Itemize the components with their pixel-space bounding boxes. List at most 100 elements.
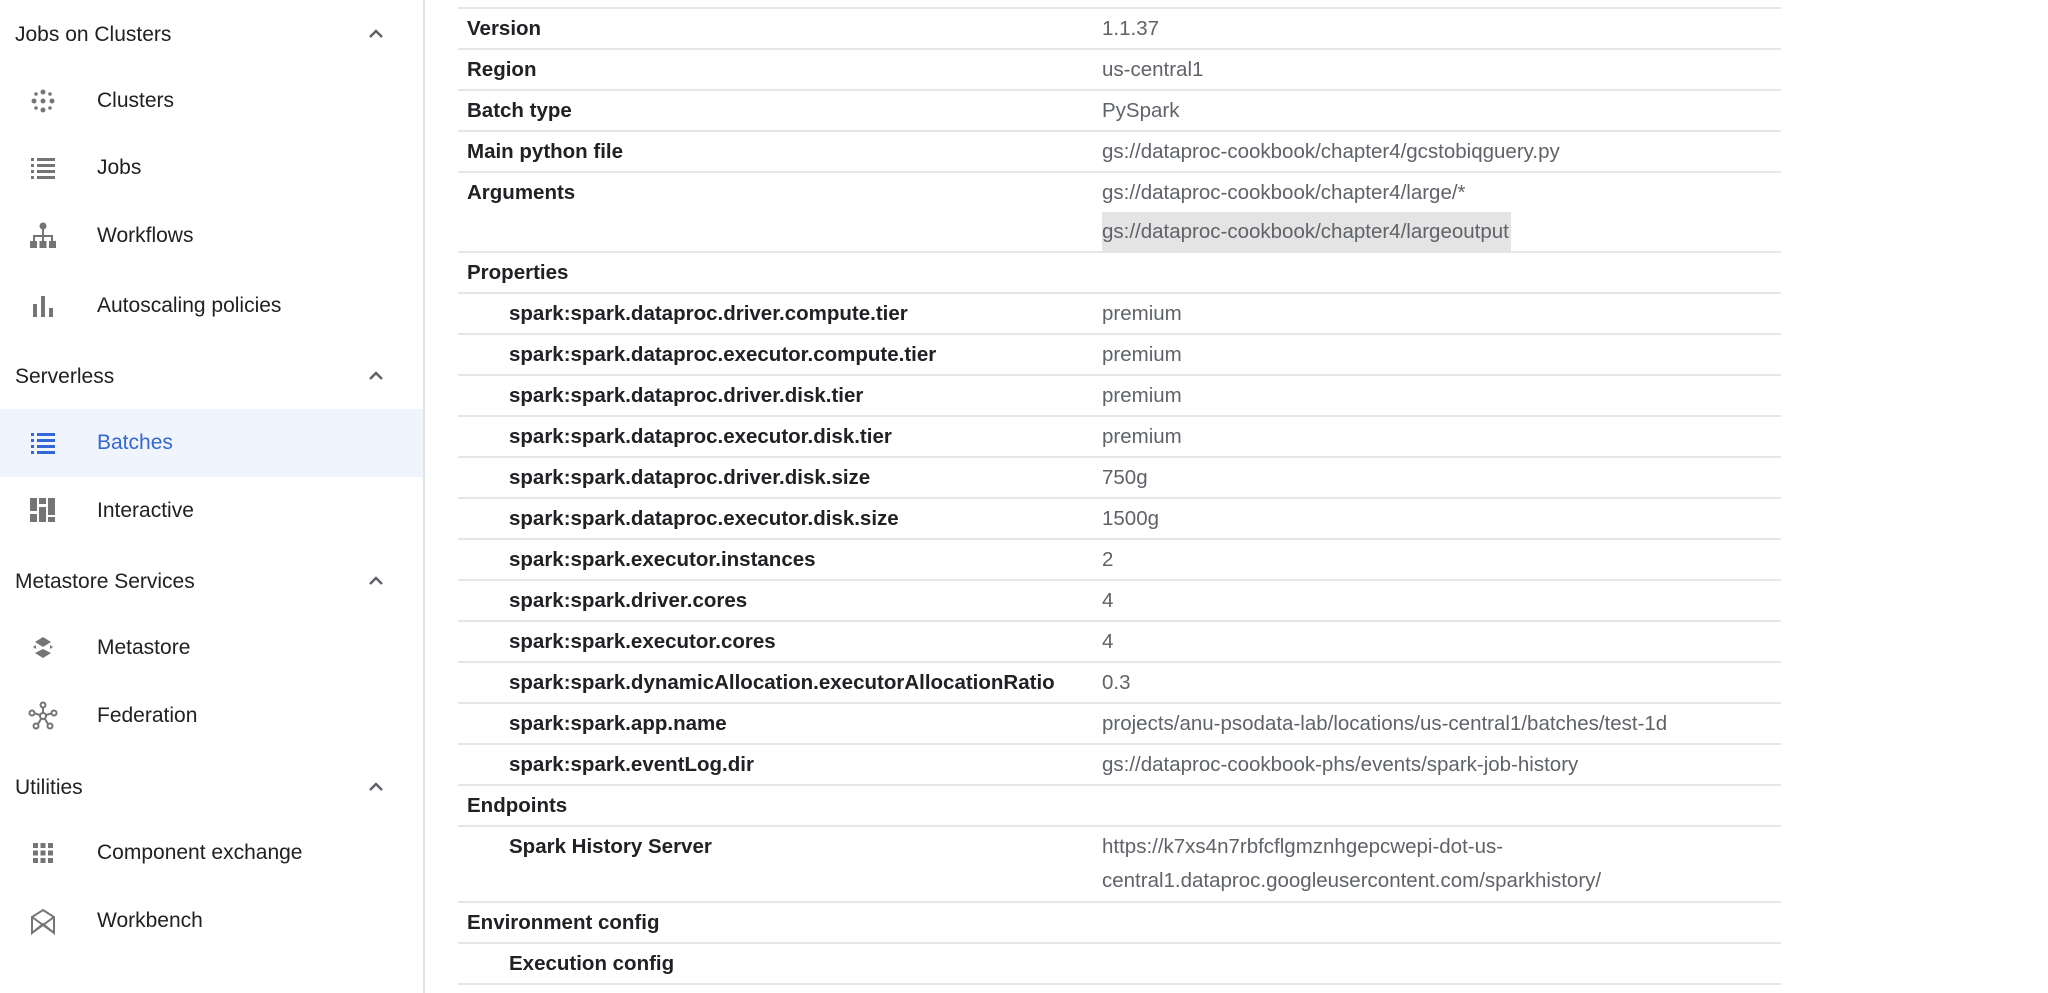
sidebar-item-label: Metastore (97, 636, 191, 659)
property-key: spark:spark.dataproc.executor.compute.ti… (509, 343, 937, 366)
property-value-cell: 2 (1102, 540, 1113, 579)
sidebar-item-federation[interactable]: Federation (0, 682, 423, 750)
property-key: spark:spark.eventLog.dir (509, 753, 754, 776)
property-value-cell: premium (1102, 335, 1182, 374)
property-value: gs://dataproc-cookbook/chapter4/large/* (1102, 181, 1466, 204)
detail-row: spark:spark.app.name projects/anu-psodata… (458, 702, 1781, 743)
property-value-cell: https://k7xs4n7rbfcflgmznhgepcwepi-dot-u… (1102, 827, 1601, 901)
sidebar-item-component-exchange[interactable]: Component exchange (0, 819, 423, 887)
sidebar-item-workbench[interactable]: Workbench (0, 887, 423, 955)
sidebar: Jobs on Clusters Clusters Jobs Workflows Aut… (0, 0, 425, 993)
detail-row: Endpoints (458, 784, 1781, 825)
sidebar-item-workflows[interactable]: Workflows (0, 202, 423, 270)
property-value-cell: premium (1102, 294, 1182, 333)
sidebar-item-interactive[interactable]: Interactive (0, 477, 423, 545)
detail-row: spark:spark.dataproc.executor.compute.ti… (458, 333, 1781, 374)
interactive-icon (30, 498, 55, 522)
sidebar-item-label: Batches (97, 431, 173, 454)
section-header[interactable]: Serverless (0, 352, 423, 402)
section-header[interactable]: Jobs on Clusters (0, 10, 423, 60)
property-value-cell: 750g (1102, 458, 1148, 497)
sidebar-item-metastore[interactable]: Metastore (0, 614, 423, 682)
federation-icon (28, 701, 58, 730)
sidebar-item-label: Workflows (97, 224, 194, 247)
detail-row: Environment config (458, 901, 1781, 942)
detail-row: Version 1.1.37 (458, 7, 1781, 48)
detail-row: Region us-central1 (458, 48, 1781, 89)
clusters-icon (31, 89, 55, 113)
property-value-cell: premium (1102, 417, 1182, 456)
sidebar-item-jobs[interactable]: Jobs (0, 134, 423, 202)
detail-row: Spark History Server https://k7xs4n7rbfcf… (458, 825, 1781, 901)
property-value-cell: 1500g (1102, 499, 1159, 538)
section-header[interactable]: Metastore Services (0, 557, 423, 607)
sidebar-item-label: Jobs (97, 156, 142, 179)
detail-row: spark:spark.driver.cores 4 (458, 579, 1781, 620)
batch-details-table: Version 1.1.37 Region us-central1 Batch type… (458, 7, 1781, 985)
property-value-cell: gs://dataproc-cookbook-phs/events/spark-… (1102, 745, 1578, 784)
grid-icon (33, 843, 53, 863)
property-value: gs://dataproc-cookbook/chapter4/largeout… (1102, 212, 1511, 251)
detail-row: spark:spark.dataproc.driver.compute.tier… (458, 292, 1781, 333)
property-value-cell: 4 (1102, 581, 1113, 620)
sidebar-item-batches[interactable]: Batches (0, 409, 423, 477)
property-value-cell: premium (1102, 376, 1182, 415)
chevron-up-icon[interactable] (364, 364, 388, 388)
list-icon (31, 433, 55, 454)
property-key: spark:spark.dataproc.driver.disk.tier (509, 384, 864, 407)
property-value: projects/anu-psodata-lab/locations/us-ce… (1102, 712, 1668, 735)
section-title: Utilities (15, 776, 83, 799)
property-key: Execution config (509, 952, 675, 975)
detail-row: Execution config (458, 942, 1781, 985)
detail-row: spark:spark.dataproc.driver.disk.size 750… (458, 456, 1781, 497)
property-key: spark:spark.dataproc.executor.disk.size (509, 507, 899, 530)
property-key: spark:spark.executor.cores (509, 630, 776, 653)
detail-row: spark:spark.dataproc.driver.disk.tier pre… (458, 374, 1781, 415)
property-value: us-central1 (1102, 58, 1204, 81)
property-key: spark:spark.dataproc.driver.disk.size (509, 466, 871, 489)
property-value: 2 (1102, 548, 1114, 571)
section-title: Metastore Services (15, 570, 195, 593)
section-header[interactable]: Utilities (0, 763, 423, 813)
property-value: 1.1.37 (1102, 17, 1159, 40)
property-value: gs://dataproc-cookbook/chapter4/gcstobiq… (1102, 140, 1560, 163)
property-key: Version (467, 17, 542, 40)
property-value: premium (1102, 425, 1182, 448)
property-value[interactable]: central1.dataproc.googleusercontent.com/… (1102, 864, 1601, 898)
property-value-cell: PySpark (1102, 91, 1179, 130)
property-key: Properties (467, 261, 569, 284)
detail-row: spark:spark.executor.instances 2 (458, 538, 1781, 579)
property-key: spark:spark.dataproc.driver.compute.tier (509, 302, 908, 325)
workflow-icon (30, 222, 56, 248)
property-value-cell: gs://dataproc-cookbook/chapter4/gcstobiq… (1102, 132, 1560, 171)
property-key: spark:spark.driver.cores (509, 589, 748, 612)
property-value: premium (1102, 343, 1182, 366)
detail-row: Properties (458, 251, 1781, 292)
property-value: premium (1102, 384, 1182, 407)
detail-row: spark:spark.dataproc.executor.disk.size 1… (458, 497, 1781, 538)
property-value[interactable]: https://k7xs4n7rbfcflgmznhgepcwepi-dot-u… (1102, 830, 1601, 864)
workbench-icon (31, 908, 55, 936)
sidebar-item-label: Workbench (97, 909, 203, 932)
chevron-up-icon[interactable] (364, 22, 388, 46)
property-value-cell: 4 (1102, 622, 1113, 661)
detail-row: Arguments gs://dataproc-cookbook/chapter4… (458, 171, 1781, 251)
property-value: 1500g (1102, 507, 1160, 530)
chevron-up-icon[interactable] (364, 775, 388, 799)
sidebar-item-clusters[interactable]: Clusters (0, 67, 423, 135)
detail-row: Main python file gs://dataproc-cookbook/c… (458, 130, 1781, 171)
property-value: 0.3 (1102, 671, 1131, 694)
section-title: Jobs on Clusters (15, 23, 172, 46)
sidebar-item-label: Component exchange (97, 841, 303, 864)
detail-row: spark:spark.dynamicAllocation.executorAl… (458, 661, 1781, 702)
property-value: premium (1102, 302, 1182, 325)
property-key: Region (467, 58, 537, 81)
sidebar-item-autoscaling-policies[interactable]: Autoscaling policies (0, 272, 423, 340)
detail-row: spark:spark.executor.cores 4 (458, 620, 1781, 661)
sidebar-item-label: Autoscaling policies (97, 294, 282, 317)
property-value-cell: 0.3 (1102, 663, 1131, 702)
property-key: Environment config (467, 911, 660, 934)
property-key: Spark History Server (509, 835, 712, 858)
chevron-up-icon[interactable] (364, 569, 388, 593)
sidebar-item-label: Interactive (97, 499, 194, 522)
